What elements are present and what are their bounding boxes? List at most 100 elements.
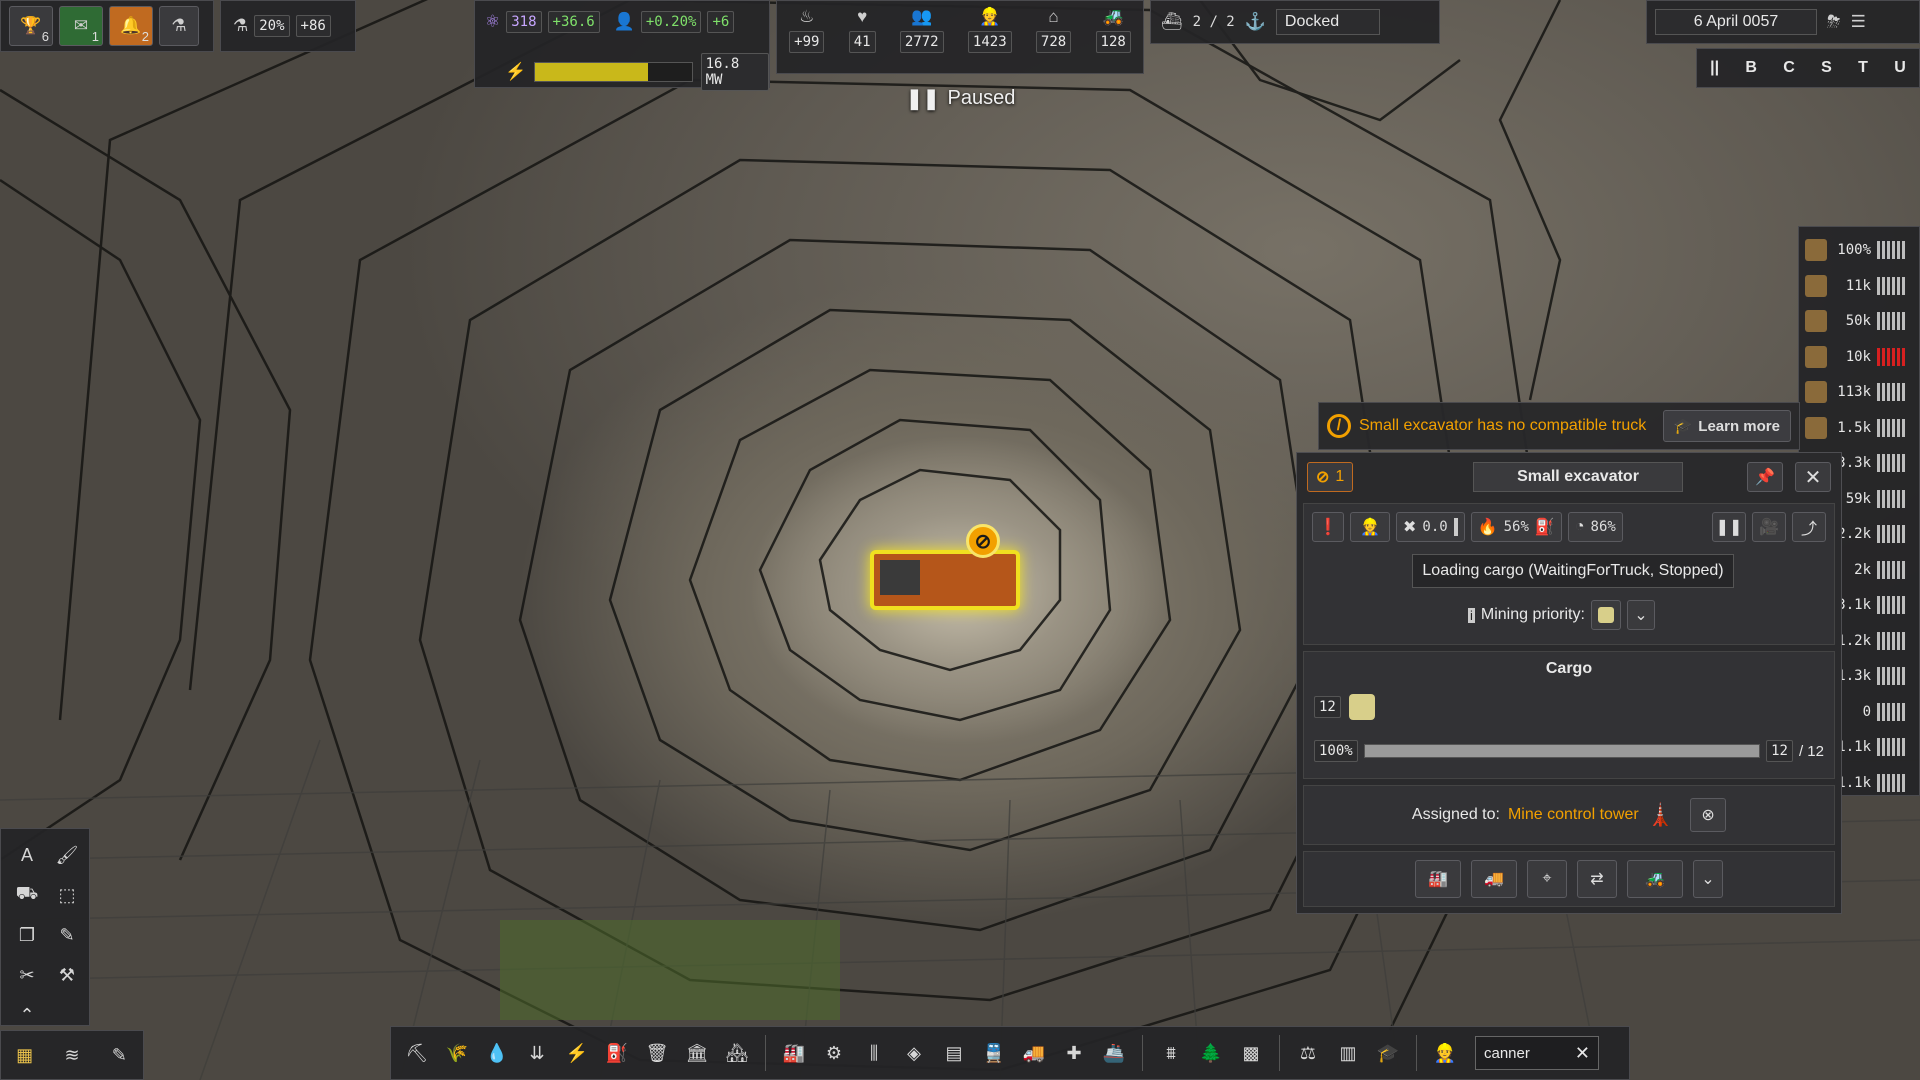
blocked-icon: ⊘	[966, 524, 1000, 558]
vehicle-tool-icon[interactable]: ⛟	[9, 877, 45, 913]
resource-row[interactable]: 11k	[1799, 269, 1919, 303]
clear-search-icon[interactable]: ✕	[1575, 1043, 1590, 1064]
resource-row[interactable]: 113k	[1799, 375, 1919, 409]
messages-button[interactable]: ✉ 1	[59, 6, 103, 46]
research-bar[interactable]: ⚗ 20% +86	[220, 0, 356, 52]
camera-follow-button[interactable]: 🎥	[1752, 512, 1786, 542]
waste-icon[interactable]: 🗑	[639, 1035, 675, 1071]
issues-badge[interactable]: ⊘ 1	[1307, 462, 1354, 492]
resource-row[interactable]: 10k	[1799, 340, 1919, 374]
health-stat[interactable]: ♥ 41	[848, 7, 876, 73]
factory-icon[interactable]: 🏭	[776, 1035, 812, 1071]
go-to-depot-button[interactable]: 🏭	[1415, 860, 1461, 898]
layers-icon[interactable]: ≋	[54, 1037, 90, 1073]
medical-icon[interactable]: ✚	[1056, 1035, 1092, 1071]
small-excavator-vehicle[interactable]: ⊘	[870, 524, 1030, 620]
cargo-capacity: / 12	[1798, 742, 1824, 760]
workforce-icon[interactable]: 👷	[1427, 1035, 1463, 1071]
achievements-button[interactable]: 🏆 6	[9, 6, 53, 46]
speed-key-u[interactable]: U	[1894, 59, 1906, 77]
route-button[interactable]: ⤴	[1792, 512, 1826, 542]
close-button[interactable]: ✕	[1795, 462, 1831, 492]
research-button[interactable]: ⚗	[159, 6, 199, 46]
copy-icon[interactable]: ❐	[9, 917, 45, 953]
learn-more-button[interactable]: 🎓 Learn more	[1662, 410, 1791, 442]
text-tool-icon[interactable]: A	[9, 837, 45, 873]
speed-key-s[interactable]: S	[1821, 59, 1832, 77]
eyedropper-icon[interactable]: ✎	[49, 917, 85, 953]
locate-button[interactable]: ⌖	[1527, 860, 1567, 898]
resource-level-bars	[1877, 702, 1905, 721]
notes-icon[interactable]: ❗	[1312, 512, 1344, 542]
efficiency-stat[interactable]: ◔ 86%	[1567, 512, 1623, 542]
worker-slot-icon[interactable]: 👷	[1350, 512, 1390, 542]
services-icon[interactable]: 🏛	[679, 1035, 715, 1071]
logistics-icon[interactable]: ◈	[896, 1035, 932, 1071]
storage-icon[interactable]: ▤	[936, 1035, 972, 1071]
power-build-icon[interactable]: ⚡	[559, 1035, 595, 1071]
population-stat[interactable]: 👥 2772	[899, 7, 944, 73]
edit-icon[interactable]: ✎	[101, 1037, 137, 1073]
truck-icon[interactable]: 🚚	[1016, 1035, 1052, 1071]
terrain-icon[interactable]: ⩩	[1153, 1035, 1189, 1071]
replace-vehicle-button[interactable]: ⇄	[1577, 860, 1617, 898]
maintenance-stat[interactable]: ✖ 0.0	[1396, 512, 1465, 542]
upgrade-vehicle-button[interactable]: 🚜	[1627, 860, 1683, 898]
mining-priority-dropdown[interactable]: ⌄	[1626, 600, 1655, 630]
upgrade-dropdown-button[interactable]: ⌄	[1693, 860, 1723, 898]
pause-key[interactable]: ||	[1710, 59, 1719, 77]
cut-icon[interactable]: ✂	[9, 957, 45, 993]
speed-key-c[interactable]: C	[1783, 59, 1795, 77]
expand-up-icon[interactable]: ⌃	[9, 997, 45, 1033]
resource-row[interactable]: 1.5k	[1799, 411, 1919, 445]
workers-stat[interactable]: 👷 1423	[967, 7, 1012, 73]
demolish-icon[interactable]: ▩	[1233, 1035, 1269, 1071]
cargo-header: Cargo	[1545, 660, 1593, 677]
fuel-stat[interactable]: 🔥 56% ⛽	[1470, 512, 1562, 542]
food-stat[interactable]: ♨ +99	[789, 7, 825, 73]
ship-build-icon[interactable]: 🚢	[1096, 1035, 1132, 1071]
trees-icon[interactable]: 🌲	[1193, 1035, 1229, 1071]
speed-key-b[interactable]: B	[1745, 59, 1757, 77]
menu-icon[interactable]: ☰	[1851, 12, 1866, 32]
build-menu-icon[interactable]: ▦	[7, 1037, 43, 1073]
search-input[interactable]: canner ✕	[1475, 1036, 1599, 1070]
farm-icon[interactable]: 🌾	[439, 1035, 475, 1071]
people-icon: 👥	[911, 7, 933, 26]
water-icon[interactable]: 💧	[479, 1035, 515, 1071]
unassign-button[interactable]: ⊗	[1690, 798, 1727, 832]
blueprints-icon[interactable]: ▥	[1330, 1035, 1366, 1071]
search-value: canner	[1484, 1044, 1530, 1062]
conveyor-icon[interactable]: ⫼	[856, 1035, 892, 1071]
tutorial-icon[interactable]: 🎓	[1370, 1035, 1406, 1071]
fluids-icon[interactable]: ⇊	[519, 1035, 555, 1071]
vehicles-stat[interactable]: 🚜 128	[1095, 7, 1131, 73]
graduation-cap-icon: 🎓	[1673, 418, 1693, 435]
cargo-slider[interactable]	[1363, 744, 1761, 758]
recover-vehicle-button[interactable]: 🚚	[1471, 860, 1517, 898]
weather-icon[interactable]: ⛈	[1827, 12, 1841, 32]
assigned-target-link[interactable]: Mine control tower	[1508, 806, 1639, 824]
speed-key-t[interactable]: T	[1858, 59, 1868, 77]
housing-build-icon[interactable]: 🏘	[719, 1035, 755, 1071]
resource-row[interactable]: 50k	[1799, 304, 1919, 338]
excavator-build-icon[interactable]: ⛏	[399, 1035, 435, 1071]
hammer-icon[interactable]: ⚒	[49, 957, 85, 993]
balance-icon[interactable]: ⚖	[1290, 1035, 1326, 1071]
health-value: 41	[848, 31, 876, 53]
assembly-icon[interactable]: ⚙	[816, 1035, 852, 1071]
pin-button[interactable]: 📌	[1747, 462, 1783, 492]
resource-row[interactable]: 100%	[1799, 233, 1919, 267]
fuel-build-icon[interactable]: ⛽	[599, 1035, 635, 1071]
dock-icon: ⚓	[1244, 12, 1266, 31]
housing-stat[interactable]: ⌂ 728	[1035, 7, 1072, 73]
notifications-button[interactable]: 🔔 2	[109, 6, 153, 46]
paint-tool-icon[interactable]: 🖌	[49, 837, 85, 873]
select-area-icon[interactable]: ⬚	[49, 877, 85, 913]
mining-priority-product[interactable]	[1590, 600, 1621, 630]
chevron-down-icon: ⌄	[1701, 871, 1715, 888]
pause-vehicle-button[interactable]: ❚❚	[1712, 512, 1746, 542]
train-icon[interactable]: 🚆	[976, 1035, 1012, 1071]
unity-value: 318	[506, 11, 542, 33]
ships-bar[interactable]: ⛴ 2 / 2 ⚓ Docked	[1150, 0, 1440, 44]
